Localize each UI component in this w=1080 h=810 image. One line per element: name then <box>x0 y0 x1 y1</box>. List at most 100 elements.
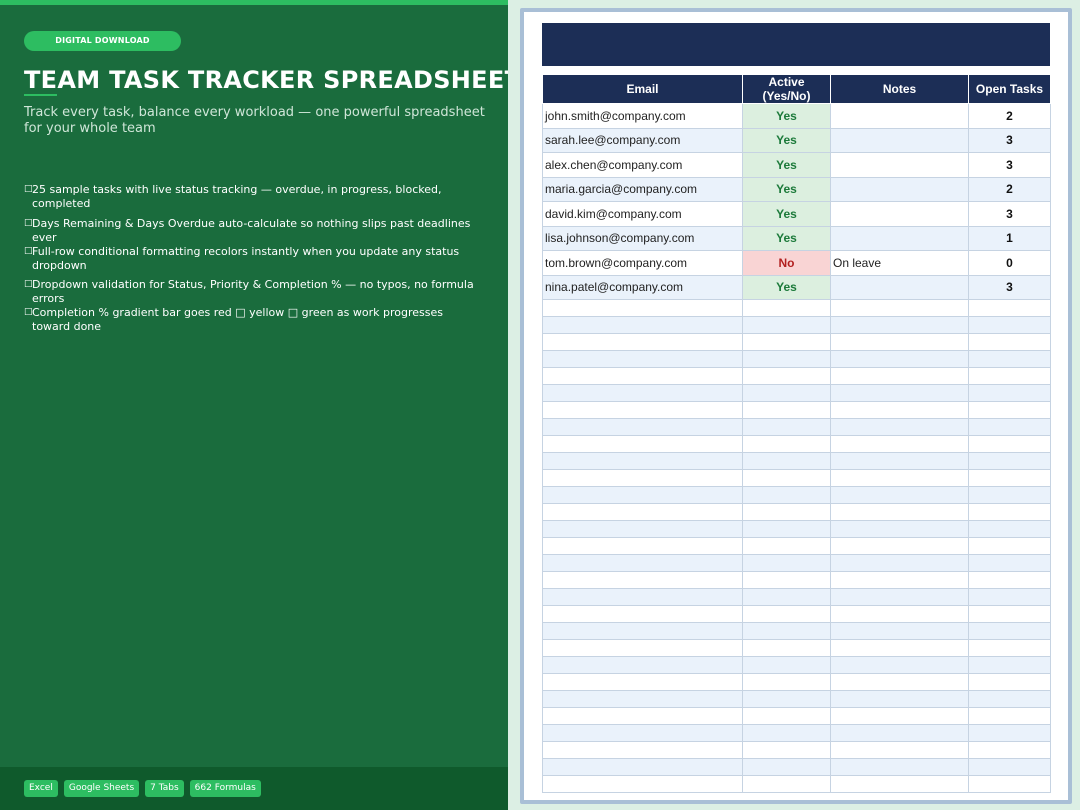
empty-cell[interactable] <box>968 299 1051 317</box>
empty-cell[interactable] <box>830 724 969 742</box>
empty-cell[interactable] <box>742 690 831 708</box>
empty-cell[interactable] <box>968 418 1051 436</box>
empty-cell[interactable] <box>830 741 969 759</box>
empty-cell[interactable] <box>968 758 1051 776</box>
empty-cell[interactable] <box>968 622 1051 640</box>
notes-cell[interactable] <box>830 152 969 178</box>
active-cell[interactable]: Yes <box>742 176 831 202</box>
empty-cell[interactable] <box>742 622 831 640</box>
empty-cell[interactable] <box>742 418 831 436</box>
empty-cell[interactable] <box>742 588 831 606</box>
empty-cell[interactable] <box>830 639 969 657</box>
email-cell[interactable]: lisa.johnson@company.com <box>542 225 743 251</box>
email-cell[interactable]: nina.patel@company.com <box>542 274 743 300</box>
empty-cell[interactable] <box>542 605 743 623</box>
empty-cell[interactable] <box>742 554 831 572</box>
open-tasks-cell[interactable]: 1 <box>968 225 1051 251</box>
notes-cell[interactable] <box>830 127 969 153</box>
active-cell[interactable]: No <box>742 250 831 276</box>
empty-cell[interactable] <box>742 639 831 657</box>
empty-cell[interactable] <box>830 605 969 623</box>
empty-cell[interactable] <box>542 401 743 419</box>
empty-cell[interactable] <box>830 486 969 504</box>
empty-cell[interactable] <box>830 537 969 555</box>
empty-cell[interactable] <box>542 299 743 317</box>
empty-cell[interactable] <box>542 588 743 606</box>
empty-cell[interactable] <box>542 537 743 555</box>
email-cell[interactable]: maria.garcia@company.com <box>542 176 743 202</box>
empty-cell[interactable] <box>742 503 831 521</box>
open-tasks-cell[interactable]: 3 <box>968 274 1051 300</box>
empty-cell[interactable] <box>968 316 1051 334</box>
empty-cell[interactable] <box>830 401 969 419</box>
empty-cell[interactable] <box>968 775 1051 793</box>
empty-cell[interactable] <box>542 690 743 708</box>
empty-cell[interactable] <box>542 384 743 402</box>
empty-cell[interactable] <box>968 367 1051 385</box>
empty-cell[interactable] <box>542 350 743 368</box>
empty-cell[interactable] <box>830 384 969 402</box>
empty-cell[interactable] <box>968 333 1051 351</box>
empty-cell[interactable] <box>742 486 831 504</box>
empty-cell[interactable] <box>542 486 743 504</box>
empty-cell[interactable] <box>968 469 1051 487</box>
notes-cell[interactable] <box>830 225 969 251</box>
empty-cell[interactable] <box>542 452 743 470</box>
empty-cell[interactable] <box>830 435 969 453</box>
empty-cell[interactable] <box>830 333 969 351</box>
empty-cell[interactable] <box>830 673 969 691</box>
empty-cell[interactable] <box>542 775 743 793</box>
empty-cell[interactable] <box>968 554 1051 572</box>
empty-cell[interactable] <box>742 384 831 402</box>
empty-cell[interactable] <box>968 350 1051 368</box>
empty-cell[interactable] <box>542 656 743 674</box>
empty-cell[interactable] <box>742 605 831 623</box>
email-cell[interactable]: alex.chen@company.com <box>542 152 743 178</box>
empty-cell[interactable] <box>542 554 743 572</box>
empty-cell[interactable] <box>968 724 1051 742</box>
empty-cell[interactable] <box>742 724 831 742</box>
active-cell[interactable]: Yes <box>742 225 831 251</box>
active-cell[interactable]: Yes <box>742 201 831 227</box>
column-header-active[interactable]: Active (Yes/No) <box>742 74 831 104</box>
empty-cell[interactable] <box>542 503 743 521</box>
empty-cell[interactable] <box>968 707 1051 725</box>
empty-cell[interactable] <box>830 418 969 436</box>
empty-cell[interactable] <box>830 775 969 793</box>
empty-cell[interactable] <box>542 673 743 691</box>
empty-cell[interactable] <box>542 724 743 742</box>
empty-cell[interactable] <box>742 452 831 470</box>
empty-cell[interactable] <box>830 690 969 708</box>
empty-cell[interactable] <box>830 707 969 725</box>
empty-cell[interactable] <box>742 707 831 725</box>
empty-cell[interactable] <box>968 503 1051 521</box>
empty-cell[interactable] <box>742 520 831 538</box>
empty-cell[interactable] <box>742 775 831 793</box>
empty-cell[interactable] <box>742 350 831 368</box>
empty-cell[interactable] <box>830 452 969 470</box>
empty-cell[interactable] <box>968 673 1051 691</box>
empty-cell[interactable] <box>830 571 969 589</box>
empty-cell[interactable] <box>830 520 969 538</box>
empty-cell[interactable] <box>742 316 831 334</box>
empty-cell[interactable] <box>542 520 743 538</box>
email-cell[interactable]: tom.brown@company.com <box>542 250 743 276</box>
empty-cell[interactable] <box>968 690 1051 708</box>
active-cell[interactable]: Yes <box>742 274 831 300</box>
empty-cell[interactable] <box>742 656 831 674</box>
empty-cell[interactable] <box>742 571 831 589</box>
empty-cell[interactable] <box>742 673 831 691</box>
empty-cell[interactable] <box>968 656 1051 674</box>
notes-cell[interactable] <box>830 103 969 129</box>
empty-cell[interactable] <box>830 588 969 606</box>
open-tasks-cell[interactable]: 3 <box>968 152 1051 178</box>
empty-cell[interactable] <box>830 350 969 368</box>
empty-cell[interactable] <box>830 469 969 487</box>
empty-cell[interactable] <box>742 367 831 385</box>
email-cell[interactable]: david.kim@company.com <box>542 201 743 227</box>
active-cell[interactable]: Yes <box>742 103 831 129</box>
empty-cell[interactable] <box>830 758 969 776</box>
empty-cell[interactable] <box>968 435 1051 453</box>
empty-cell[interactable] <box>830 299 969 317</box>
empty-cell[interactable] <box>742 333 831 351</box>
